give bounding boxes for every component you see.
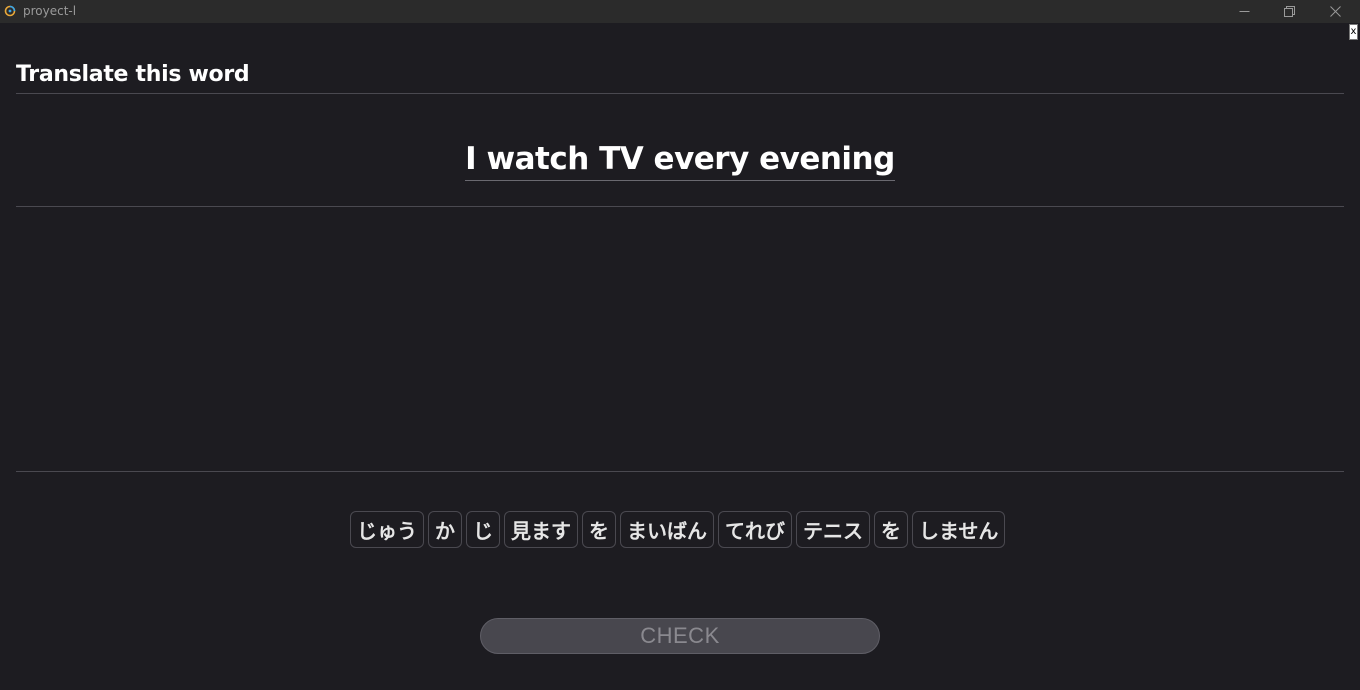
dialog-close-button[interactable]: x — [1349, 24, 1358, 40]
word-tile[interactable]: を — [582, 511, 616, 548]
window-titlebar: proyect-l — [0, 0, 1360, 23]
restore-icon — [1283, 6, 1295, 17]
divider — [16, 93, 1344, 94]
word-tile[interactable]: まいばん — [620, 511, 714, 548]
close-icon — [1329, 6, 1341, 17]
word-tile[interactable]: テニス — [796, 511, 870, 548]
word-bank: じゅう か じ 見ます を まいばん てれび テニス を しません — [350, 511, 1006, 548]
window-title: proyect-l — [23, 4, 77, 18]
divider — [16, 471, 1344, 472]
word-tile[interactable]: しません — [912, 511, 1006, 548]
minimize-button[interactable] — [1221, 0, 1267, 23]
app-logo-icon — [4, 5, 16, 17]
sentence-prompt: I watch TV every evening — [465, 140, 895, 181]
check-button[interactable]: CHECK — [480, 618, 880, 654]
minimize-icon — [1239, 11, 1249, 12]
word-tile[interactable]: じ — [466, 511, 500, 548]
close-window-button[interactable] — [1312, 0, 1358, 23]
word-tile[interactable]: か — [428, 511, 462, 548]
prompt-container: I watch TV every evening — [0, 140, 1360, 181]
exercise-heading: Translate this word — [16, 62, 250, 87]
answer-drop-area[interactable] — [16, 207, 1344, 471]
word-tile[interactable]: を — [874, 511, 908, 548]
word-tile[interactable]: 見ます — [504, 511, 578, 548]
word-tile[interactable]: じゅう — [350, 511, 424, 548]
word-tile[interactable]: てれび — [718, 511, 792, 548]
restore-button[interactable] — [1266, 0, 1312, 23]
